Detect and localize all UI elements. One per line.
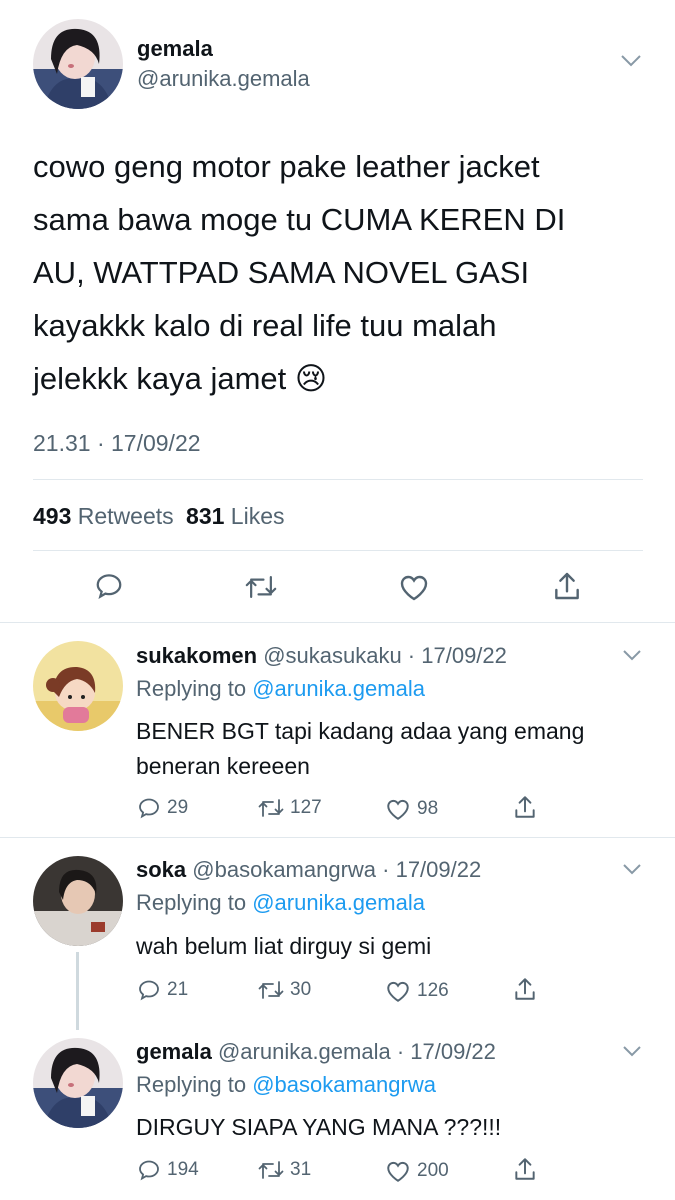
- like-button[interactable]: 126: [385, 979, 449, 1003]
- reply-icon: [139, 798, 159, 819]
- reply-button[interactable]: 29: [137, 796, 188, 820]
- like-icon: [400, 575, 428, 601]
- author-name[interactable]: sukakomen: [136, 643, 257, 668]
- divider: [0, 837, 675, 838]
- reply-header: sukakomen @sukasukaku · 17/09/22: [136, 643, 507, 669]
- share-icon: [515, 796, 535, 818]
- like-count: 126: [417, 980, 449, 1001]
- author-handle[interactable]: @arunika.gemala: [137, 66, 310, 92]
- share-icon: [515, 1158, 535, 1180]
- replying-to-link[interactable]: @arunika.gemala: [252, 890, 425, 915]
- retweet-count: 31: [290, 1159, 312, 1180]
- retweets-label[interactable]: Retweets: [78, 503, 174, 529]
- reply-text-line: beneran kereeen: [136, 753, 310, 779]
- tweet-text-line: AU, WATTPAD SAMA NOVEL GASI: [33, 255, 530, 290]
- avatar[interactable]: [33, 641, 123, 731]
- avatar[interactable]: [33, 19, 123, 109]
- tweet-text: cowo geng motor pake leather jacket sama…: [33, 140, 653, 405]
- reply-icon: [96, 574, 122, 599]
- share-button[interactable]: [513, 794, 537, 820]
- reply-icon: [139, 1160, 159, 1181]
- tweet-text-line: sama bawa moge tu CUMA KEREN DI: [33, 202, 566, 237]
- reply-count: 29: [167, 797, 189, 818]
- chevron-down-icon[interactable]: [622, 648, 642, 666]
- tweet-text-line: cowo geng motor pake leather jacket: [33, 149, 540, 184]
- reply-button[interactable]: 194: [137, 1158, 199, 1182]
- avatar[interactable]: [33, 1038, 123, 1128]
- like-count: 200: [417, 1160, 449, 1181]
- tweet-timestamp[interactable]: 21.31 · 17/09/22: [33, 430, 201, 457]
- share-icon: [555, 572, 579, 600]
- reply-icon: [139, 980, 159, 1001]
- like-icon: [387, 981, 409, 1002]
- retweet-count: 30: [290, 979, 312, 1000]
- tweet-stats: 493 Retweets 831 Likes: [33, 503, 285, 530]
- likes-count[interactable]: 831: [186, 503, 224, 529]
- retweet-button[interactable]: [245, 573, 277, 601]
- chevron-down-icon[interactable]: [622, 1044, 642, 1062]
- like-button[interactable]: 200: [385, 1159, 449, 1183]
- author-name[interactable]: gemala: [137, 36, 213, 62]
- reply-text: DIRGUY SIAPA YANG MANA ???!!!: [136, 1110, 656, 1145]
- likes-label[interactable]: Likes: [231, 503, 285, 529]
- replying-to-label: Replying to: [136, 890, 247, 915]
- retweet-button[interactable]: 31: [258, 1159, 311, 1181]
- author-name[interactable]: gemala: [136, 1039, 212, 1064]
- retweet-button[interactable]: 127: [258, 797, 322, 819]
- retweet-icon: [245, 576, 277, 598]
- reply-text-line: BENER BGT tapi kadang adaa yang emang: [136, 718, 585, 744]
- like-icon: [387, 1161, 409, 1182]
- replying-to: Replying to @arunika.gemala: [136, 890, 425, 916]
- retweet-count: 127: [290, 797, 322, 818]
- retweet-icon: [258, 981, 284, 999]
- replying-to-label: Replying to: [136, 676, 247, 701]
- like-count: 98: [417, 798, 439, 819]
- author-name[interactable]: soka: [136, 857, 186, 882]
- share-button[interactable]: [513, 976, 537, 1002]
- like-icon: [387, 799, 409, 820]
- share-button[interactable]: [513, 1156, 537, 1182]
- divider: [0, 622, 675, 623]
- divider: [33, 479, 643, 480]
- replying-to-link[interactable]: @basokamangrwa: [252, 1072, 436, 1097]
- replying-to-label: Replying to: [136, 1072, 247, 1097]
- author-handle-date[interactable]: @arunika.gemala · 17/09/22: [218, 1039, 496, 1064]
- reply-count: 21: [167, 979, 189, 1000]
- retweets-count[interactable]: 493: [33, 503, 71, 529]
- avatar[interactable]: [33, 856, 123, 946]
- tweet-text-line: kayakkk kalo di real life tuu malah: [33, 308, 497, 343]
- reply-text-line: wah belum liat dirguy si gemi: [136, 933, 432, 959]
- replying-to: Replying to @basokamangrwa: [136, 1072, 436, 1098]
- reply-count: 194: [167, 1159, 199, 1180]
- reply-text-line: DIRGUY SIAPA YANG MANA ???!!!: [136, 1114, 502, 1140]
- reply-header: soka @basokamangrwa · 17/09/22: [136, 857, 481, 883]
- reply-text: wah belum liat dirguy si gemi: [136, 929, 656, 964]
- author-handle-date[interactable]: @sukasukaku · 17/09/22: [263, 643, 507, 668]
- retweet-button[interactable]: 30: [258, 979, 311, 1001]
- reply-text: BENER BGT tapi kadang adaa yang emang be…: [136, 714, 656, 784]
- thread-connector: [76, 952, 79, 1030]
- divider: [33, 550, 643, 551]
- retweet-icon: [258, 799, 284, 817]
- author-handle-date[interactable]: @basokamangrwa · 17/09/22: [192, 857, 481, 882]
- reply-header: gemala @arunika.gemala · 17/09/22: [136, 1039, 496, 1065]
- reply-button[interactable]: [94, 571, 124, 601]
- share-icon: [515, 978, 535, 1000]
- tweet-text-line: jelekkk kaya jamet 😢: [33, 361, 328, 396]
- replying-to-link[interactable]: @arunika.gemala: [252, 676, 425, 701]
- like-button[interactable]: [398, 572, 430, 602]
- retweet-icon: [258, 1161, 284, 1179]
- chevron-down-icon[interactable]: [622, 862, 642, 880]
- chevron-down-icon[interactable]: [620, 54, 642, 73]
- like-button[interactable]: 98: [385, 797, 438, 821]
- share-button[interactable]: [552, 570, 582, 602]
- replying-to: Replying to @arunika.gemala: [136, 676, 425, 702]
- reply-button[interactable]: 21: [137, 978, 188, 1002]
